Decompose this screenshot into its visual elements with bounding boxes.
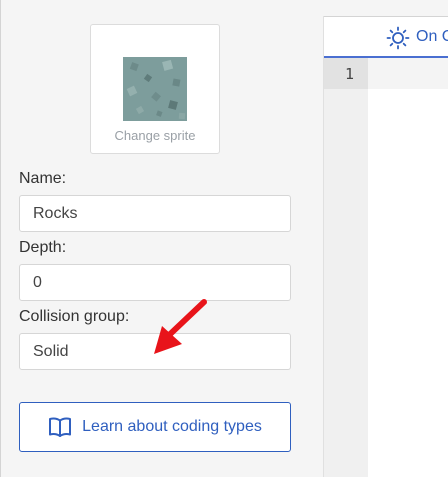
sun-icon <box>386 26 410 55</box>
change-sprite-label: Change sprite <box>114 128 196 143</box>
properties-panel: Change sprite Name: Rocks Depth: 0 Colli… <box>0 0 307 477</box>
depth-label: Depth: <box>19 239 67 256</box>
line-gutter <box>324 58 368 477</box>
collision-group-input[interactable]: Solid <box>19 333 291 370</box>
app-root: Change sprite Name: Rocks Depth: 0 Colli… <box>0 0 448 477</box>
code-editor[interactable]: On C 1 <box>323 16 448 477</box>
sprite-thumbnail <box>123 57 187 121</box>
line-number: 1 <box>344 65 354 83</box>
open-book-icon <box>48 416 72 438</box>
name-input[interactable]: Rocks <box>19 195 291 232</box>
name-label: Name: <box>19 170 67 187</box>
collision-group-label: Collision group: <box>19 308 130 325</box>
change-sprite-button[interactable]: Change sprite <box>90 24 220 154</box>
learn-coding-types-label: Learn about coding types <box>82 418 262 435</box>
learn-coding-types-button[interactable]: Learn about coding types <box>19 402 291 452</box>
depth-input[interactable]: 0 <box>19 264 291 301</box>
tab-on-create-label: On C <box>416 28 448 45</box>
tab-on-create[interactable]: On C <box>324 16 448 58</box>
